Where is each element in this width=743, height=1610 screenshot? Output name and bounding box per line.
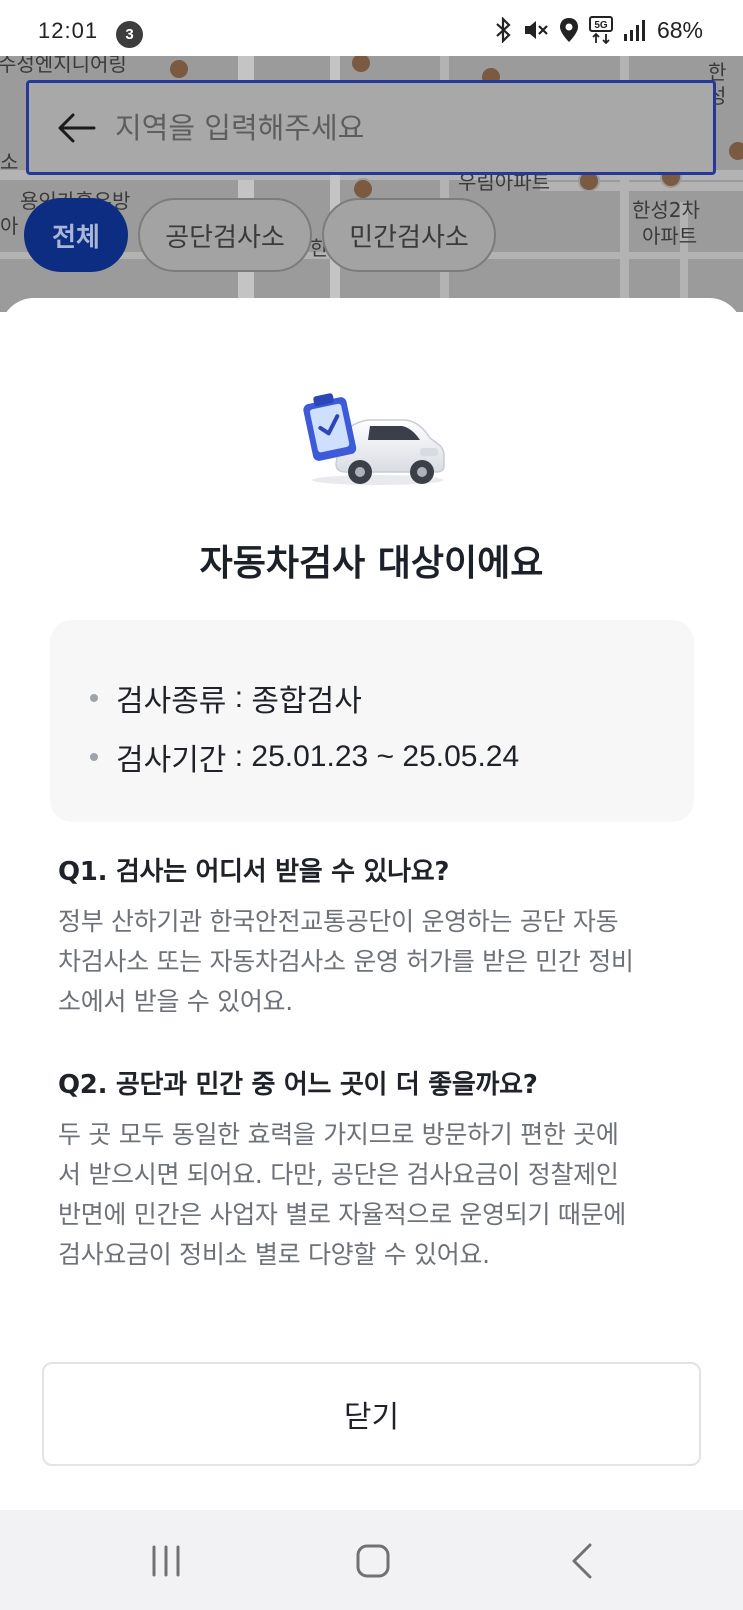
info-value: 25.01.23 ~ 25.05.24 xyxy=(251,739,520,773)
info-row-inspection-type: 검사종류 : 종합검사 xyxy=(90,668,694,727)
recent-apps-icon xyxy=(152,1545,180,1577)
filter-chips: 전체 공단검사소 민간검사소 xyxy=(24,198,496,272)
info-separator: : xyxy=(226,739,252,773)
info-label: 검사기간 xyxy=(116,743,227,777)
faq-answer-line: 두 곳 모두 동일한 효력을 가지므로 방문하기 편한 곳에 xyxy=(58,1120,619,1149)
info-row-inspection-period: 검사기간 : 25.01.23 ~ 25.05.24 xyxy=(90,727,694,786)
sheet-title: 자동차검사 대상이에요 xyxy=(199,543,544,584)
back-arrow-icon xyxy=(58,113,96,142)
home-button[interactable] xyxy=(343,1536,403,1586)
map-label: 아 xyxy=(0,214,19,238)
faq-answer-line: 반면에 민간은 사업자 별로 자율적으로 운영되기 때문에 xyxy=(58,1200,626,1229)
signal-icon xyxy=(623,20,645,41)
filter-chip-all[interactable]: 전체 xyxy=(24,198,128,272)
system-navigation-bar xyxy=(0,1510,743,1610)
info-value: 종합검사 xyxy=(251,684,362,718)
back-nav-button[interactable] xyxy=(552,1536,612,1586)
faq-answer: 두 곳 모두 동일한 효력을 가지므로 방문하기 편한 곳에 서 받으시면 되어… xyxy=(58,1115,698,1275)
5g-icon: 5G xyxy=(588,16,613,44)
faq-answer: 정부 산하기관 한국안전교통공단이 운영하는 공단 자동 차검사소 또는 자동차… xyxy=(58,902,698,1022)
back-button[interactable] xyxy=(57,108,97,148)
close-button[interactable]: 닫기 xyxy=(42,1362,701,1466)
search-bar xyxy=(26,80,716,175)
inspection-info-box: 검사종류 : 종합검사 검사기간 : 25.01.23 ~ 25.05.24 xyxy=(50,620,694,822)
status-time: 12:01 xyxy=(38,18,99,43)
map-road xyxy=(540,182,743,191)
home-icon xyxy=(356,1544,390,1578)
faq-item-1: Q1. 검사는 어디서 받을 수 있나요? 정부 산하기관 한국안전교통공단이 … xyxy=(58,851,698,1022)
info-label: 검사종류 xyxy=(116,684,227,718)
building-icon xyxy=(168,58,190,80)
car-inspection-illustration xyxy=(303,393,445,485)
filter-chip-public[interactable]: 공단검사소 xyxy=(138,198,312,272)
faq-question: Q2. 공단과 민간 중 어느 곳이 더 좋을까요? xyxy=(58,1070,538,1100)
building-icon xyxy=(727,140,743,162)
faq-question: Q1. 검사는 어디서 받을 수 있나요? xyxy=(58,857,450,887)
map-label: 소 xyxy=(0,150,19,174)
faq-answer-line: 검사요금이 정비소 별로 다양할 수 있어요. xyxy=(58,1240,490,1269)
faq-answer-line: 서 받으시면 되어요. 다만, 공단은 검사요금이 정찰제인 xyxy=(58,1160,619,1189)
battery-percentage: 68% xyxy=(656,16,703,43)
info-separator: : xyxy=(226,680,252,714)
recent-apps-button[interactable] xyxy=(136,1536,196,1586)
location-icon xyxy=(559,18,578,42)
faq-item-2: Q2. 공단과 민간 중 어느 곳이 더 좋을까요? 두 곳 모두 동일한 효력… xyxy=(58,1064,698,1275)
svg-text:5G: 5G xyxy=(594,20,608,31)
back-chevron-icon xyxy=(572,1543,592,1579)
region-search-input[interactable] xyxy=(115,110,675,145)
filter-chip-private[interactable]: 민간검사소 xyxy=(322,198,496,272)
bullet-dot xyxy=(90,752,98,761)
inspection-bottom-sheet: 자동차검사 대상이에요 검사종류 : 종합검사 검사기간 : 25.01.23 … xyxy=(0,298,743,1510)
faq-answer-line: 차검사소 또는 자동차검사소 운영 허가를 받은 민간 정비 xyxy=(58,947,634,976)
status-bar: 12:01 3 5G 68% xyxy=(0,0,743,56)
mute-icon xyxy=(524,21,548,39)
map-label: 아파트 xyxy=(642,224,698,248)
bluetooth-icon xyxy=(496,17,511,43)
building-icon xyxy=(352,178,374,200)
status-icons: 5G 68% xyxy=(495,16,703,44)
faq-answer-line: 정부 산하기관 한국안전교통공단이 운영하는 공단 자동 xyxy=(58,907,619,936)
faq-answer-line: 소에서 받을 수 있어요. xyxy=(58,987,293,1016)
notification-count-badge: 3 xyxy=(116,21,143,48)
bullet-dot xyxy=(90,693,98,702)
map-label: 한성2차 xyxy=(632,198,700,222)
